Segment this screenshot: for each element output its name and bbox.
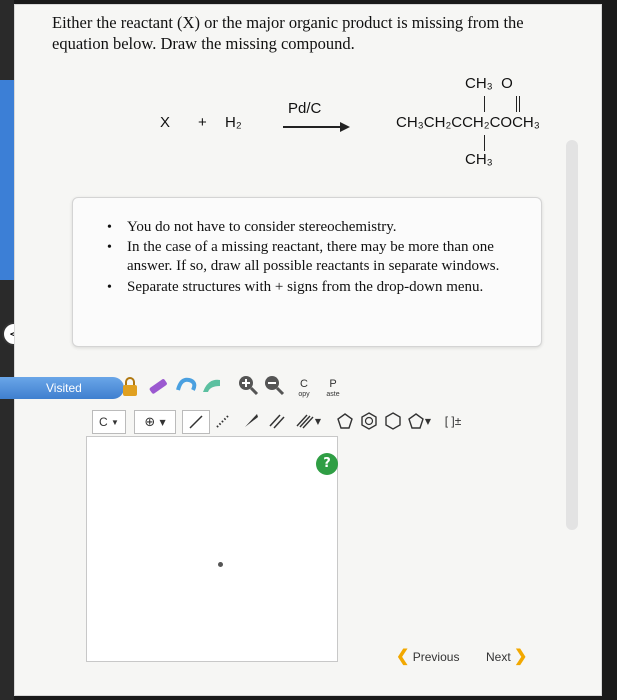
single-bond — [484, 96, 485, 112]
dropdown-arrow-icon: ▼ — [314, 416, 322, 426]
double-bond-tool[interactable] — [264, 410, 290, 432]
previous-button[interactable]: ❮ Previous — [396, 646, 459, 666]
instruction-item: In the case of a missing reactant, there… — [107, 238, 525, 276]
scrollbar[interactable] — [566, 140, 578, 530]
copy-label-bottom: opy — [298, 391, 310, 398]
cyclopentane-tool[interactable] — [334, 410, 356, 432]
reaction-arrow — [283, 126, 341, 128]
question-text: Either the reactant (X) or the major org… — [52, 12, 562, 54]
left-sidebar-strip — [0, 0, 14, 700]
paste-button[interactable]: P aste — [320, 376, 346, 402]
copy-button[interactable]: C opy — [294, 376, 314, 402]
single-bond-tool[interactable] — [182, 410, 210, 434]
lock-icon[interactable] — [120, 375, 140, 399]
instruction-item: Separate structures with + signs from th… — [107, 278, 525, 297]
triple-bond-tool[interactable]: ▼ — [290, 410, 326, 432]
reactant-x: X — [160, 114, 171, 131]
plus-circle-icon: ⊕ — [144, 414, 156, 430]
question-line-1: Either the reactant (X) or the major org… — [52, 13, 524, 32]
wedge-bond-tool[interactable] — [238, 410, 264, 432]
paste-label-top: P — [329, 378, 337, 390]
product-bottom-group: CH₃ — [465, 151, 493, 168]
cyclopentane-alt-tool[interactable]: ▼ — [406, 410, 432, 432]
previous-label: Previous — [412, 650, 460, 664]
help-icon[interactable]: ? — [316, 453, 338, 475]
dropdown-arrow-icon: ▼ — [424, 416, 432, 426]
next-button[interactable]: Next ❯ — [486, 646, 527, 666]
dropdown-arrow-icon: ▼ — [159, 417, 166, 427]
reaction-arrow-head — [340, 122, 350, 132]
double-bond-a — [516, 96, 517, 112]
paste-label-bottom: aste — [326, 391, 340, 398]
drawing-canvas[interactable] — [86, 436, 338, 662]
charge-plus-selector[interactable]: ⊕ ▼ — [134, 410, 176, 434]
element-selector[interactable]: C ▼ — [92, 410, 126, 434]
template-icon[interactable] — [199, 373, 225, 399]
double-bond-b — [519, 96, 520, 112]
chevron-left-icon: ❮ — [396, 648, 410, 665]
element-label: C — [99, 415, 108, 429]
dashed-bond-tool[interactable] — [210, 410, 236, 432]
benzene-ring-tool[interactable] — [358, 410, 380, 432]
plus-sign: + — [198, 114, 207, 131]
catalyst-label: Pd/C — [288, 100, 322, 117]
bracket-charge-tool[interactable]: [ ]± — [440, 410, 466, 432]
zoom-in-icon[interactable] — [236, 373, 260, 397]
sidebar-accent — [0, 80, 14, 280]
zoom-out-icon[interactable] — [262, 373, 286, 397]
instructions-box: You do not have to consider stereochemis… — [72, 197, 542, 347]
visited-tab[interactable]: Visited — [0, 377, 124, 399]
chevron-right-icon: ❯ — [514, 648, 528, 665]
instruction-item: You do not have to consider stereochemis… — [107, 218, 525, 237]
product-top-groups: CH₃ O — [465, 75, 513, 92]
dropdown-arrow-icon: ▼ — [111, 417, 119, 427]
question-line-2: equation below. Draw the missing compoun… — [52, 34, 355, 53]
canvas-cursor-dot — [218, 562, 223, 567]
product-main-chain: CH₃CH₂CCH₂COCH₃ — [396, 114, 540, 131]
next-label: Next — [486, 650, 511, 664]
eraser-icon[interactable] — [145, 373, 171, 399]
single-bond-lower — [484, 135, 485, 151]
cyclohexane-tool[interactable] — [382, 410, 404, 432]
lasso-icon[interactable] — [174, 373, 200, 399]
reagent-h2: H₂ — [225, 114, 242, 131]
copy-label-top: C — [300, 378, 308, 390]
